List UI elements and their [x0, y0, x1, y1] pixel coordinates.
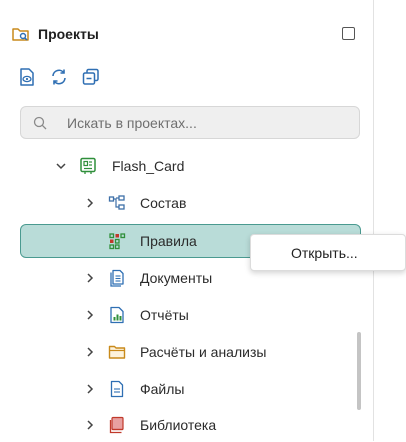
- search-input[interactable]: [65, 113, 329, 132]
- view-document-button[interactable]: [18, 68, 36, 86]
- search-icon: [33, 116, 47, 130]
- panel-toolbar: [18, 68, 100, 86]
- tree-item-reports[interactable]: Отчёты: [0, 298, 373, 332]
- tree-item-label: Состав: [140, 195, 187, 211]
- structure-icon: [108, 194, 126, 212]
- view-document-icon: [20, 68, 34, 86]
- chevron-down-icon[interactable]: [55, 160, 67, 172]
- tree-item-label: Отчёты: [140, 307, 189, 323]
- library-icon: [108, 416, 126, 434]
- tree-item-files[interactable]: Файлы: [0, 372, 373, 406]
- folder-icon: [108, 343, 126, 361]
- file-icon: [108, 380, 126, 398]
- scrollbar-thumb[interactable]: [357, 332, 361, 410]
- context-menu: Открыть...: [250, 234, 406, 271]
- tree-item-structure[interactable]: Состав: [0, 186, 373, 220]
- context-menu-open[interactable]: Открыть...: [291, 245, 358, 261]
- chevron-right-icon[interactable]: [84, 272, 96, 284]
- card-icon: [79, 157, 97, 175]
- panel-title: Проекты: [38, 26, 99, 42]
- tree-item-label: Документы: [140, 270, 213, 286]
- tree-item-label: Библиотека: [140, 417, 217, 433]
- tree-item-label: Правила: [140, 233, 197, 249]
- tree-item-label: Flash_Card: [112, 158, 185, 174]
- projects-panel: Проекты Искать в проектах... Flash_Card …: [0, 0, 374, 441]
- panel-header: Проекты: [12, 22, 361, 46]
- chevron-right-icon[interactable]: [84, 197, 96, 209]
- refresh-icon: [52, 69, 66, 85]
- reports-icon: [108, 306, 126, 324]
- collapse-all-button[interactable]: [82, 68, 100, 86]
- folder-search-icon: [12, 26, 30, 42]
- tree-item-calculations[interactable]: Расчёты и анализы: [0, 335, 373, 369]
- chevron-right-icon[interactable]: [84, 309, 96, 321]
- tree-item-label: Файлы: [140, 381, 185, 397]
- maximize-button[interactable]: [342, 27, 355, 40]
- collapse-all-icon: [82, 68, 99, 85]
- tree-item-label: Расчёты и анализы: [140, 344, 267, 360]
- tree-item-project[interactable]: Flash_Card: [0, 149, 373, 183]
- search-box: [20, 106, 360, 139]
- chevron-right-icon[interactable]: [84, 383, 96, 395]
- rules-icon: [108, 232, 126, 250]
- chevron-right-icon[interactable]: [84, 419, 96, 431]
- chevron-right-icon[interactable]: [84, 346, 96, 358]
- refresh-button[interactable]: [50, 68, 68, 86]
- tree-item-library[interactable]: Библиотека: [0, 408, 373, 442]
- documents-icon: [108, 269, 126, 287]
